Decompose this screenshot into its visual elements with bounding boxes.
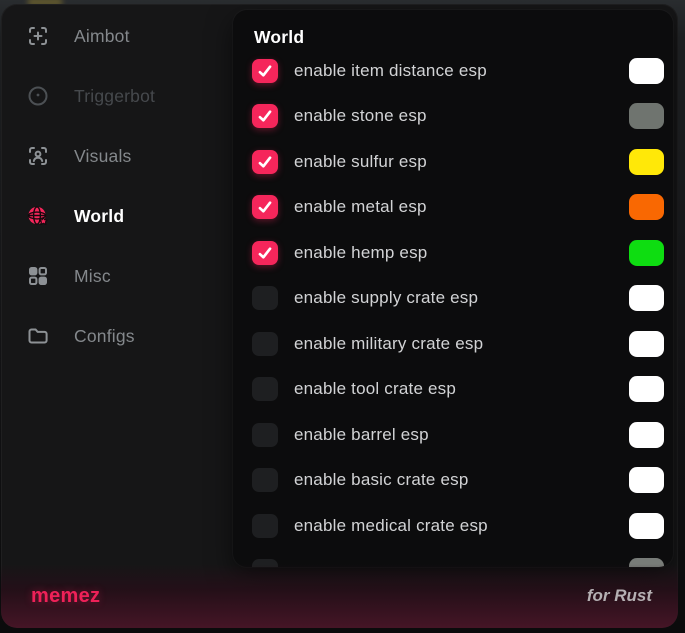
esp-option-label: enable military crate esp xyxy=(294,334,629,354)
color-swatch[interactable] xyxy=(629,103,664,129)
crosshair-icon xyxy=(26,24,50,48)
panel-title: World xyxy=(254,26,673,48)
esp-option-row: enable basic crate esp xyxy=(233,458,673,504)
world-panel: World enable item distance esp enable sto… xyxy=(233,10,673,567)
esp-option-label: enable medical crate esp xyxy=(294,516,629,536)
sidebar-item-aimbot[interactable]: Aimbot xyxy=(1,6,233,66)
esp-checkbox[interactable] xyxy=(252,150,278,174)
color-swatch[interactable] xyxy=(629,285,664,311)
sidebar-item-configs[interactable]: Configs xyxy=(1,306,233,366)
sidebar-item-label: Visuals xyxy=(74,146,132,167)
color-swatch[interactable] xyxy=(629,240,664,266)
esp-option-row: enable medical crate esp xyxy=(233,503,673,549)
esp-option-row: enable military crate esp xyxy=(233,321,673,367)
esp-checkbox[interactable] xyxy=(252,514,278,538)
brand-logo: memez xyxy=(31,585,100,608)
esp-option-list: enable item distance esp enable stone esp… xyxy=(233,48,673,567)
esp-option-row: enable barrel esp xyxy=(233,412,673,458)
esp-option-label: enable supply crate esp xyxy=(294,288,629,308)
color-swatch[interactable] xyxy=(629,467,664,493)
grid-icon xyxy=(26,264,50,288)
sidebar-item-label: Aimbot xyxy=(74,26,130,47)
color-swatch[interactable] xyxy=(629,58,664,84)
sidebar-item-visuals[interactable]: Visuals xyxy=(1,126,233,186)
sidebar-item-label: Misc xyxy=(74,266,111,287)
sidebar-item-label: Configs xyxy=(74,326,135,347)
esp-option-label: enable basic crate esp xyxy=(294,470,629,490)
brand-suffix: for Rust xyxy=(587,586,652,606)
trigger-icon xyxy=(26,84,50,108)
sidebar-item-misc[interactable]: Misc xyxy=(1,246,233,306)
globe-star-icon xyxy=(26,204,50,228)
esp-option-row: enable hemp esp xyxy=(233,230,673,276)
esp-option-row: enable stone esp xyxy=(233,94,673,140)
esp-option-label: enable item distance esp xyxy=(294,61,629,81)
color-swatch[interactable] xyxy=(629,513,664,539)
esp-checkbox[interactable] xyxy=(252,423,278,447)
esp-checkbox[interactable] xyxy=(252,468,278,492)
esp-option-label: enable stone esp xyxy=(294,106,629,126)
esp-option-label: enable sulfur esp xyxy=(294,152,629,172)
esp-option-row: enable item distance esp xyxy=(233,48,673,94)
esp-checkbox[interactable] xyxy=(252,195,278,219)
color-swatch[interactable] xyxy=(629,149,664,175)
sidebar-item-label: World xyxy=(74,206,124,227)
esp-option-label: enable tool crate esp xyxy=(294,379,629,399)
folder-icon xyxy=(26,324,50,348)
color-swatch[interactable] xyxy=(629,422,664,448)
esp-checkbox[interactable] xyxy=(252,59,278,83)
cheat-menu-window: Aimbot Triggerbot Visuals World Misc Con… xyxy=(1,4,678,628)
esp-checkbox[interactable] xyxy=(252,377,278,401)
esp-checkbox[interactable] xyxy=(252,241,278,265)
color-swatch[interactable] xyxy=(629,194,664,220)
sidebar: Aimbot Triggerbot Visuals World Misc Con… xyxy=(1,6,233,366)
color-swatch[interactable] xyxy=(629,376,664,402)
esp-checkbox[interactable] xyxy=(252,104,278,128)
esp-option-label: enable barrel esp xyxy=(294,425,629,445)
esp-option-row: enable tool crate esp xyxy=(233,367,673,413)
footer-bar: memez for Rust xyxy=(1,564,678,628)
esp-checkbox[interactable] xyxy=(252,332,278,356)
esp-option-row: enable supply crate esp xyxy=(233,276,673,322)
sidebar-item-triggerbot[interactable]: Triggerbot xyxy=(1,66,233,126)
esp-option-label: enable metal esp xyxy=(294,197,629,217)
sidebar-item-world[interactable]: World xyxy=(1,186,233,246)
esp-option-row: enable sulfur esp xyxy=(233,139,673,185)
esp-option-label: enable hemp esp xyxy=(294,243,629,263)
sidebar-item-label: Triggerbot xyxy=(74,86,155,107)
esp-checkbox[interactable] xyxy=(252,286,278,310)
color-swatch[interactable] xyxy=(629,331,664,357)
person-scan-icon xyxy=(26,144,50,168)
esp-option-row: enable metal esp xyxy=(233,185,673,231)
